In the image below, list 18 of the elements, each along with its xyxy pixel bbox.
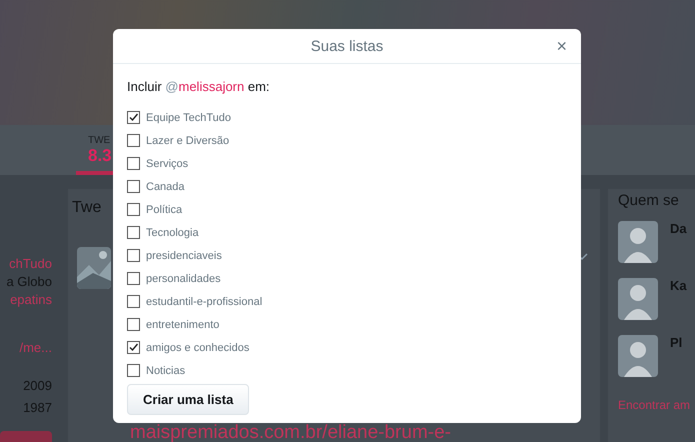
- list-name[interactable]: presidenciaveis: [146, 250, 222, 262]
- list-name[interactable]: personalidades: [146, 272, 221, 284]
- close-button[interactable]: ×: [554, 36, 569, 56]
- list-name[interactable]: Noticias: [146, 364, 186, 376]
- list-name[interactable]: amigos e conhecidos: [146, 342, 250, 354]
- list-name[interactable]: Tecnologia: [146, 226, 199, 238]
- list-name[interactable]: estudantil-e-profissional: [146, 296, 262, 308]
- list-name[interactable]: Canada: [146, 180, 185, 192]
- list-name[interactable]: Equipe TechTudo: [146, 112, 232, 124]
- dialog-title: Suas listas: [310, 38, 384, 54]
- list-name[interactable]: Política: [146, 204, 182, 216]
- list-name[interactable]: entretenimento: [146, 318, 220, 330]
- list-name[interactable]: Lazer e Diversão: [146, 134, 230, 146]
- who-to-follow-title: Quem se: [618, 191, 680, 211]
- list-name[interactable]: Serviços: [146, 158, 188, 170]
- prompt-text: Incluir @melissajorn em:: [127, 79, 271, 94]
- create-list-button[interactable]: Criar uma lista: [127, 384, 250, 415]
- timeline-title: Twe: [71, 198, 102, 218]
